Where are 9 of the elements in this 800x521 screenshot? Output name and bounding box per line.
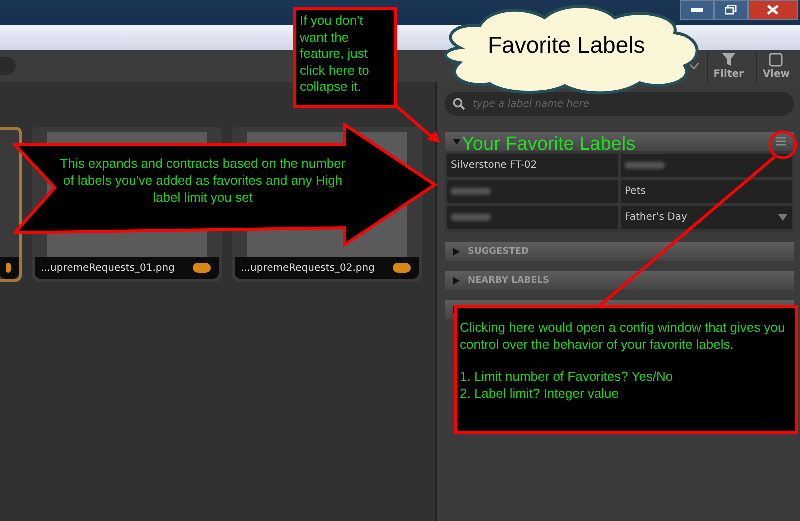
note-text: 2. Label limit? Integer value — [460, 386, 620, 402]
section-title-note: Your Favorite Labels — [462, 134, 636, 156]
file-name: ...upremeRequests_02.png — [241, 262, 375, 274]
note-text: 1. Limit number of Favorites? Yes/No — [460, 369, 674, 386]
collapse-tip-tooltip: If you don't want the feature, just click here to collapse it. — [293, 7, 397, 108]
note-text: Clicking here would open a config window that gives you control over the behavior of your favorite labels. — [460, 320, 786, 353]
file-name: ...upremeRequests_01.png — [41, 262, 175, 274]
cloud-title: Favorite Labels — [488, 32, 646, 59]
arrow-note: This expands and contracts based on the number of labels you've added as favorites and any High label limit you set — [59, 155, 347, 206]
